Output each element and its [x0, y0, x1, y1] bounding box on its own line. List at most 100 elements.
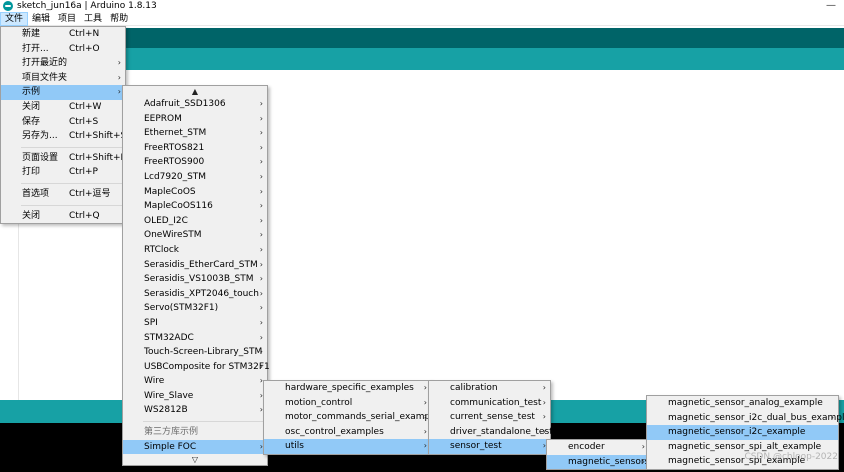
utils-menu: calibration › communication_test › current_s…	[428, 380, 553, 455]
submenu-arrow-icon: ›	[259, 99, 263, 108]
file-menu-item-2[interactable]: 打开最近的 ›	[1, 56, 125, 71]
file-menu-item-14[interactable]: 关闭 Ctrl+Q	[1, 209, 125, 224]
submenu-arrow-icon: ›	[423, 397, 427, 407]
menu-sketch[interactable]: 项目	[54, 12, 80, 26]
menu-tools[interactable]: 工具	[80, 12, 106, 26]
sensor-test-menu: encoder › magnetic_sensors ›	[546, 439, 650, 471]
menu-edit[interactable]: 编辑	[28, 12, 54, 26]
submenu-arrow-icon: ›	[423, 412, 427, 422]
submenu-arrow-icon: ›	[423, 383, 427, 392]
simplefoc-hardware-specific-examples[interactable]: hardware_specific_examples ›	[264, 381, 431, 396]
example-eeprom[interactable]: EEPROM ›	[123, 112, 267, 127]
sensor-test-magnetic-sensors[interactable]: magnetic_sensors ›	[547, 454, 650, 470]
example-touch-screen-library-stm-label: Touch-Screen-Library_STM	[144, 347, 263, 358]
title-bar: sketch_jun16a | Arduino 1.8.13 —	[0, 0, 844, 12]
file-menu-item-12[interactable]: 首选项 Ctrl+逗号	[1, 187, 125, 202]
example-ws2812b[interactable]: WS2812B ›	[123, 403, 267, 418]
submenu-arrow-icon: ›	[259, 244, 263, 254]
menu-help[interactable]: 帮助	[106, 12, 132, 26]
magnetic-magnetic-sensor-i2c-dual-bus-examples[interactable]: magnetic_sensor_i2c_dual_bus_examples ›	[647, 411, 844, 426]
minimize-button[interactable]: —	[826, 0, 836, 11]
sensor-test-encoder[interactable]: encoder ›	[547, 440, 649, 455]
utils-sensor-test-label: sensor_test	[450, 441, 502, 452]
example-touch-screen-library-stm[interactable]: Touch-Screen-Library_STM ›	[123, 345, 267, 360]
utils-communication-test-label: communication_test	[450, 397, 542, 408]
utils-driver-standalone-test[interactable]: driver_standalone_test ›	[429, 425, 553, 440]
simplefoc-utils[interactable]: utils ›	[264, 439, 431, 454]
submenu-arrow-icon: ›	[259, 274, 263, 284]
example-maplecoos[interactable]: MapleCoOS ›	[123, 185, 267, 200]
example-oled-i2c-label: OLED_I2C	[144, 215, 188, 226]
example-serasidis-xpt2046-touch-label: Serasidis_XPT2046_touch	[144, 288, 259, 299]
file-menu-item-0[interactable]: 新建 Ctrl+N	[1, 27, 125, 42]
sensor-test-magnetic-sensors-label: magnetic_sensors	[568, 456, 650, 467]
utils-communication-test[interactable]: communication_test ›	[429, 396, 550, 411]
example-servo-stm32f1-label: Servo(STM32F1)	[144, 303, 219, 314]
utils-sensor-test[interactable]: sensor_test ›	[429, 439, 550, 454]
file-menu-item-14-label: 关闭	[22, 210, 41, 221]
scroll-up-icon[interactable]: ▲	[123, 86, 267, 97]
submenu-arrow-icon: ›	[259, 361, 263, 371]
submenu-arrow-icon: ›	[542, 412, 546, 422]
file-menu-item-6-shortcut: Ctrl+S	[69, 116, 99, 127]
example-serasidis-ethercard-stm[interactable]: Serasidis_EtherCard_STM ›	[123, 258, 267, 273]
menu-separator	[21, 204, 123, 206]
file-menu-item-6[interactable]: 保存 Ctrl+S	[1, 115, 125, 130]
example-spi[interactable]: SPI ›	[123, 316, 267, 331]
example-freertos821[interactable]: FreeRTOS821 ›	[123, 141, 267, 156]
submenu-arrow-icon: ›	[259, 142, 263, 152]
third-party-examples-header: 第三方库示例	[123, 425, 267, 440]
scroll-down-icon[interactable]: ▽	[123, 454, 267, 465]
example-wire[interactable]: Wire ›	[123, 374, 267, 389]
example-lcd7920-stm[interactable]: Lcd7920_STM ›	[123, 170, 267, 185]
menu-separator	[21, 182, 123, 184]
submenu-arrow-icon: ›	[259, 303, 263, 313]
file-menu-item-9[interactable]: 页面设置 Ctrl+Shift+P	[1, 151, 126, 166]
example-rtclock[interactable]: RTClock ›	[123, 243, 267, 258]
tab-strip	[0, 48, 844, 70]
example-freertos900-label: FreeRTOS900	[144, 157, 205, 168]
submenu-arrow-icon: ›	[259, 215, 263, 225]
example-onewirestm[interactable]: OneWireSTM ›	[123, 228, 267, 243]
file-menu-item-12-label: 首选项	[22, 188, 50, 199]
example-stm32adc[interactable]: STM32ADC ›	[123, 331, 267, 346]
magnetic-magnetic-sensor-i2c-example[interactable]: magnetic_sensor_i2c_example	[647, 425, 838, 440]
example-freertos900[interactable]: FreeRTOS900 ›	[123, 155, 267, 170]
examples-menu: ▲ Adafruit_SSD1306 › EEPROM › Ethernet_STM › Fr…	[122, 85, 270, 467]
file-menu-item-2-label: 打开最近的	[22, 58, 68, 69]
file-menu-item-14-shortcut: Ctrl+Q	[69, 210, 100, 221]
example-rtclock-label: RTClock	[144, 244, 180, 255]
file-menu-item-5[interactable]: 关闭 Ctrl+W	[1, 100, 125, 115]
simplefoc-osc-control-examples[interactable]: osc_control_examples ›	[264, 425, 431, 440]
example-ws2812b-label: WS2812B	[144, 405, 188, 416]
example-serasidis-xpt2046-touch[interactable]: Serasidis_XPT2046_touch ›	[123, 287, 267, 302]
file-menu-item-7[interactable]: 另存为... Ctrl+Shift+S	[1, 129, 126, 144]
utils-driver-standalone-test-label: driver_standalone_test	[450, 426, 553, 437]
submenu-arrow-icon: ›	[259, 332, 263, 342]
file-menu-item-4[interactable]: 示例 ›	[1, 85, 125, 100]
submenu-arrow-icon: ›	[542, 426, 546, 436]
file-menu-item-10[interactable]: 打印 Ctrl+P	[1, 165, 125, 180]
simplefoc-motion-control-label: motion_control	[285, 397, 353, 408]
file-menu-item-9-shortcut: Ctrl+Shift+P	[69, 152, 126, 163]
example-usbcomposite-for-stm32f1[interactable]: USBComposite for STM32F1 ›	[123, 360, 270, 375]
simplefoc-motion-control[interactable]: motion_control ›	[264, 396, 431, 411]
example-servo-stm32f1[interactable]: Servo(STM32F1) ›	[123, 301, 267, 316]
window-title: sketch_jun16a | Arduino 1.8.13	[17, 1, 157, 11]
utils-current-sense-test[interactable]: current_sense_test ›	[429, 410, 550, 425]
utils-calibration[interactable]: calibration ›	[429, 381, 550, 396]
example-adafruit-ssd1306[interactable]: Adafruit_SSD1306 ›	[123, 97, 267, 112]
magnetic-magnetic-sensor-analog-example[interactable]: magnetic_sensor_analog_example	[647, 396, 838, 411]
example-wire-slave[interactable]: Wire_Slave ›	[123, 389, 267, 404]
file-menu-item-12-shortcut: Ctrl+逗号	[69, 188, 111, 199]
menu-file[interactable]: 文件	[0, 11, 29, 26]
example-oled-i2c[interactable]: OLED_I2C ›	[123, 214, 267, 229]
file-menu-item-3[interactable]: 项目文件夹 ›	[1, 71, 125, 86]
simplefoc-motor-commands-serial-examples[interactable]: motor_commands_serial_examples ›	[264, 410, 443, 425]
example-simple-foc[interactable]: Simple FOC ›	[123, 439, 267, 455]
example-ethernet-stm[interactable]: Ethernet_STM ›	[123, 126, 267, 141]
file-menu-item-1[interactable]: 打开... Ctrl+O	[1, 42, 125, 57]
example-serasidis-vs1003b-stm[interactable]: Serasidis_VS1003B_STM ›	[123, 272, 267, 287]
submenu-arrow-icon: ›	[830, 412, 834, 422]
example-maplecoos116[interactable]: MapleCoOS116 ›	[123, 199, 267, 214]
